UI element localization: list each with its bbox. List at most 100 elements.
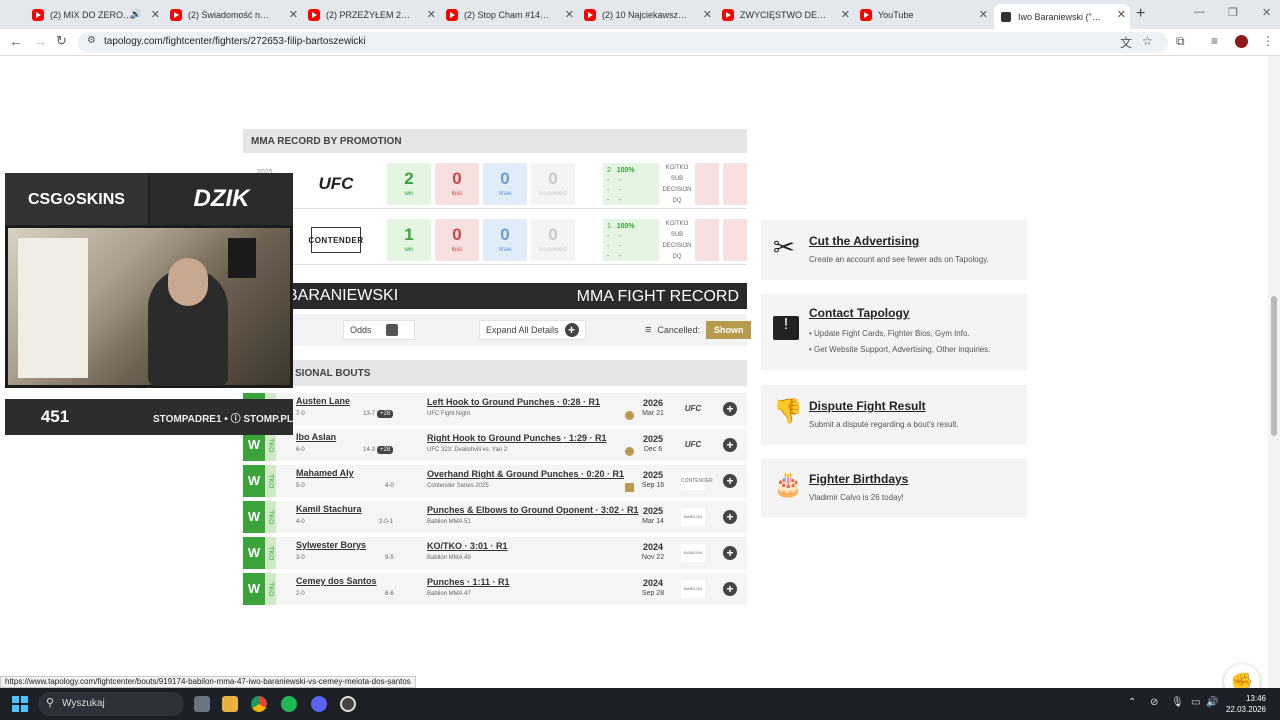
bout-result-link[interactable]: Punches · 1:11 · R1 [427,577,510,587]
obs-icon[interactable] [340,696,356,712]
site-info-icon[interactable]: ⚙ [87,35,96,46]
system-clock[interactable]: 13:46 22.03.2026 [1222,693,1266,715]
loss-count: 0 [452,169,462,188]
floating-fist-icon[interactable]: ✊ [1224,664,1260,688]
card-title-link[interactable]: Cut the Advertising [809,234,919,248]
expand-bout-icon[interactable]: + [723,402,737,416]
nc-label: no contest [539,191,567,197]
page-scrollbar[interactable] [1268,56,1280,688]
browser-tab[interactable]: (2) MIX DO ZEROWAN 🔊 ✕ [26,4,164,26]
opponent-link[interactable]: Austen Lane [296,396,350,406]
expand-bout-icon[interactable]: + [723,510,737,524]
close-icon[interactable]: ✕ [703,8,712,21]
close-icon[interactable]: ✕ [565,8,574,21]
close-icon[interactable]: ✕ [841,8,850,21]
card-title-link[interactable]: Fighter Birthdays [809,472,908,486]
ufc-logo[interactable]: UFC [311,171,361,197]
expand-all-button[interactable]: Expand All Details + [479,320,586,340]
taskbar-search[interactable]: ⚲ Wyszukaj [38,692,184,716]
discord-icon[interactable] [311,696,327,712]
profile-avatar[interactable] [1235,35,1248,48]
expand-bout-icon[interactable]: + [723,438,737,452]
viewer-counter: 451 [40,407,70,426]
bout-row[interactable]: W TKO Sylwester Borys 3-0 9-5 KO/TKO · 3:0… [243,537,747,569]
reload-icon[interactable]: ↻ [56,33,67,49]
bout-result-link[interactable]: Punches & Elbows to Ground Oponent · 3:0… [427,505,639,515]
youtube-icon [722,9,734,21]
volume-icon[interactable]: 🔊 [1206,697,1218,708]
browser-tab-active[interactable]: Iwo Baraniewski ("Rudy") ✕ [994,4,1130,29]
contender-logo[interactable]: CONTENDER [308,227,363,253]
media-icon[interactable]: ≡ [1211,34,1218,48]
bout-result-link[interactable]: Overhand Right & Ground Punches · 0:20 ·… [427,469,624,479]
expand-bout-icon[interactable]: + [723,474,737,488]
result-badge: W [243,501,265,533]
menu-icon[interactable]: ⋮ [1262,34,1274,48]
task-view-icon[interactable] [194,696,210,712]
close-icon[interactable]: ✕ [151,8,160,21]
streamer-handle: STOMPADRE1 • ⓘ STOMP.PL [153,413,294,425]
odds-button[interactable]: Odds [343,320,415,340]
close-icon[interactable]: ✕ [1117,8,1126,21]
shown-toggle[interactable]: Shown [705,321,752,339]
promotion-logo[interactable]: UFC [681,436,705,454]
close-window-icon[interactable]: ✕ [1262,6,1271,19]
browser-tab[interactable]: ZWYCIĘSTWO DENISA! C ✕ [716,4,854,26]
file-explorer-icon[interactable] [222,696,238,712]
opponent-link[interactable]: Kamil Stachura [296,504,362,514]
bout-row[interactable]: W TKO Mahamed Aly 5-0 4-0 Overhand Right &… [243,465,747,497]
card-title-link[interactable]: Contact Tapology [809,306,909,320]
bout-row[interactable]: W TKO Ibo Aslan 6-0 14-3 +28 Right Hook to … [243,429,747,461]
promotion-logo[interactable]: CONTENDER [681,472,713,490]
scrollbar-thumb[interactable] [1271,296,1277,436]
tray-chevron-icon[interactable]: ⌃ [1128,697,1136,708]
opponent-link[interactable]: Ibo Aslan [296,432,336,442]
opponent-link[interactable]: Mahamed Aly [296,468,354,478]
spotify-icon[interactable] [281,696,297,712]
expand-bout-icon[interactable]: + [723,582,737,596]
promotion-logo[interactable]: UFC [681,400,705,418]
method-stats: 1 100% - -- -- - [603,219,659,261]
browser-tab[interactable]: (2) Świadomość nagrywar ✕ [164,4,302,26]
close-icon[interactable]: ✕ [979,8,988,21]
chrome-icon[interactable] [251,696,267,712]
maximize-icon[interactable]: ❐ [1228,6,1238,19]
back-icon[interactable]: ← [9,33,23,49]
bout-date: Dec 6 [643,446,663,453]
bookmark-star-icon[interactable]: ☆ [1142,34,1153,48]
network-icon[interactable]: ▭ [1191,697,1200,708]
translate-icon[interactable]: 文 [1120,34,1132,51]
browser-tab[interactable]: (2) 10 Najciekawszych Ne ✕ [578,4,716,26]
browser-tab[interactable]: (2) PRZEŻYŁEM 24H Z PO ✕ [302,4,440,26]
promotion-logo[interactable]: BABILON [681,544,705,562]
result-badge: W [243,573,265,605]
forward-icon[interactable]: → [33,33,47,49]
address-bar[interactable]: ⚙ tapology.com/fightcenter/fighters/27265… [78,32,1168,53]
draw-box: 0 draw [483,163,527,205]
speaker-icon[interactable]: 🔊 [130,9,141,20]
minimize-icon[interactable]: — [1194,6,1205,18]
new-tab-button[interactable]: + [1136,5,1145,23]
microphone-icon[interactable]: 🎙 [1171,697,1184,708]
promotion-logo[interactable]: BABILON [681,580,705,598]
card-title-link[interactable]: Dispute Fight Result [809,399,926,413]
close-icon[interactable]: ✕ [427,8,436,21]
bout-result-link[interactable]: Left Hook to Ground Punches · 0:28 · R1 [427,397,600,407]
expand-bout-icon[interactable]: + [723,546,737,560]
bout-row[interactable]: WTKO Austen Lane 7-013-7+28 Left Hook to… [243,393,747,425]
browser-tab[interactable]: (2) Stop Cham #1431 - Ni ✕ [440,4,578,26]
method-badge: TKO [265,465,276,497]
extensions-icon[interactable]: ⧉ [1176,34,1185,49]
opponent-link[interactable]: Sylwester Borys [296,540,366,550]
bout-row[interactable]: W TKO Cemey dos Santos 2-0 6-6 Punches · 1… [243,573,747,605]
wifi-off-icon[interactable]: ⊘ [1150,697,1158,708]
tab-title: (2) PRZEŻYŁEM 24H Z PO [326,10,412,20]
bout-row[interactable]: W TKO Kamil Stachura 4-0 2-0-1 Punches & E… [243,501,747,533]
opponent-link[interactable]: Cemey dos Santos [296,576,377,586]
browser-tab[interactable]: YouTube ✕ [854,4,992,26]
close-icon[interactable]: ✕ [289,8,298,21]
bout-result-link[interactable]: Right Hook to Ground Punches · 1:29 · R1 [427,433,607,443]
windows-start-icon[interactable] [12,696,28,712]
promotion-logo[interactable]: BABILON [681,508,705,526]
bout-result-link[interactable]: KO/TKO · 3:01 · R1 [427,541,508,551]
